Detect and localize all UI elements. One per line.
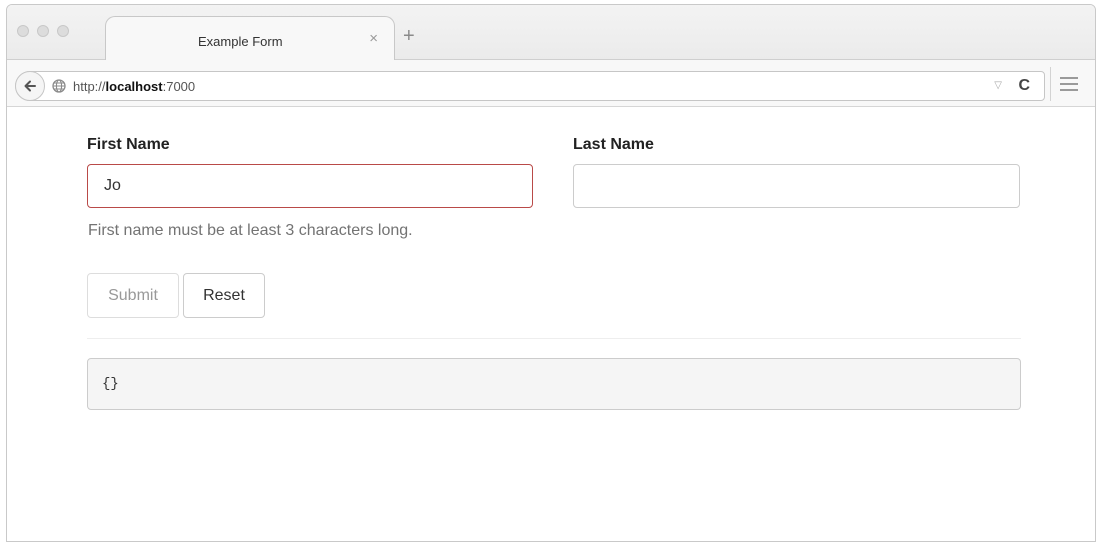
globe-icon — [52, 79, 66, 93]
maximize-window-button[interactable] — [57, 25, 69, 37]
tab-example-form[interactable]: Example Form × — [105, 16, 395, 61]
hamburger-menu-icon[interactable] — [1060, 77, 1078, 91]
address-bar[interactable]: http://localhost:7000 ▽ C — [15, 71, 1045, 101]
submit-button[interactable]: Submit — [87, 273, 179, 318]
minimize-window-button[interactable] — [37, 25, 49, 37]
divider — [87, 338, 1021, 339]
url-scheme: http:// — [73, 79, 106, 94]
tab-strip: Example Form × + — [7, 5, 1095, 61]
toolbar-separator — [1050, 67, 1051, 101]
reset-button[interactable]: Reset — [183, 273, 265, 318]
browser-window: Example Form × + http://localhost:7000 ▽… — [6, 4, 1096, 542]
back-arrow-icon — [24, 80, 36, 92]
url-host: localhost — [105, 79, 163, 94]
tab-title: Example Form — [198, 34, 283, 49]
last-name-input[interactable] — [573, 164, 1020, 208]
navigation-toolbar: http://localhost:7000 ▽ C — [7, 60, 1095, 107]
form-state-output: {} — [87, 358, 1021, 410]
page-content: First Name Last Name First name must be … — [7, 107, 1095, 541]
tab-close-icon[interactable]: × — [369, 30, 378, 47]
last-name-label: Last Name — [573, 136, 654, 153]
url-port: :7000 — [162, 79, 196, 94]
url-text[interactable]: http://localhost:7000 — [73, 79, 195, 94]
back-button[interactable] — [15, 71, 45, 101]
new-tab-icon[interactable]: + — [403, 26, 415, 46]
reload-icon[interactable]: C — [1018, 77, 1030, 95]
close-window-button[interactable] — [17, 25, 29, 37]
dropdown-triangle-icon[interactable]: ▽ — [994, 80, 1002, 91]
first-name-label: First Name — [87, 136, 170, 153]
first-name-input[interactable] — [87, 164, 533, 208]
first-name-error-message: First name must be at least 3 characters… — [88, 222, 413, 239]
